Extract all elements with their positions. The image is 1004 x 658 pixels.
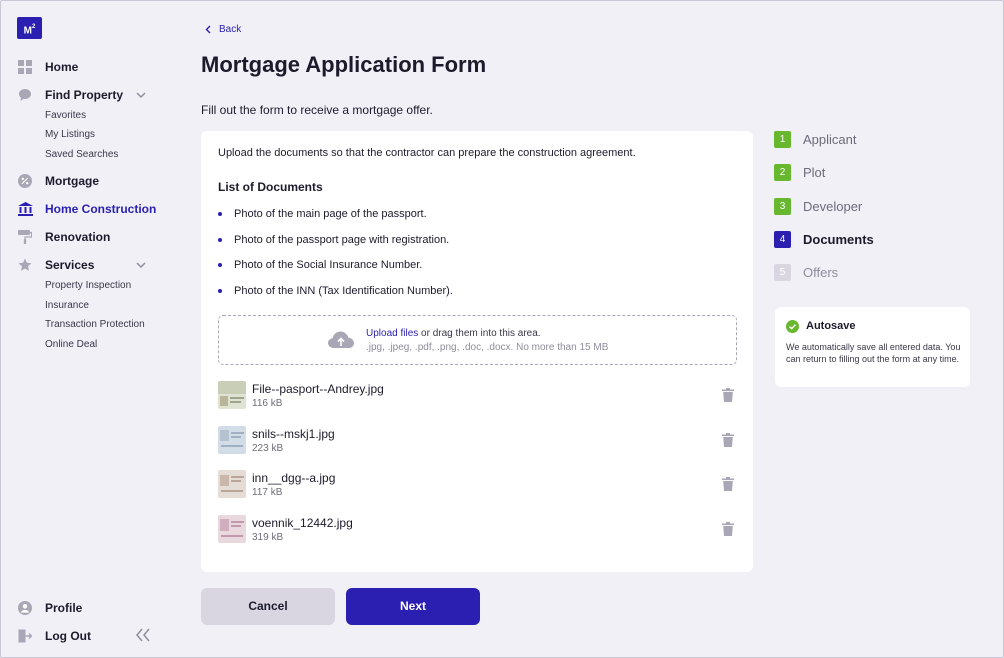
step-applicant[interactable]: 1 Applicant (774, 131, 856, 148)
sidebar-subitem-property-inspection[interactable]: Property Inspection (45, 280, 131, 291)
trash-icon[interactable] (722, 433, 734, 447)
file-item: File--pasport--Andrey.jpg 116 kB (218, 381, 737, 411)
sidebar-item-label: Profile (45, 601, 83, 615)
sidebar-item-profile[interactable]: Profile (17, 598, 82, 618)
bullet-icon (218, 212, 222, 216)
sidebar-item-label: Services (45, 258, 95, 272)
step-developer[interactable]: 3 Developer (774, 198, 862, 215)
file-dropzone[interactable]: Upload files or drag them into this area… (218, 315, 737, 365)
file-size: 319 kB (252, 532, 284, 543)
sidebar-item-find-property[interactable]: Find Property (17, 85, 123, 105)
file-name: File--pasport--Andrey.jpg (252, 382, 384, 396)
file-name: inn__dgg--a.jpg (252, 471, 336, 485)
file-size: 116 kB (252, 398, 283, 409)
document-requirement: Photo of the passport page with registra… (218, 234, 449, 246)
documents-list-title: List of Documents (218, 180, 323, 194)
page-subtitle: Fill out the form to receive a mortgage … (201, 103, 433, 117)
sidebar-item-mortgage[interactable]: Mortgage (17, 171, 99, 191)
next-button[interactable]: Next (346, 588, 480, 625)
logout-icon (17, 628, 33, 644)
document-requirement: Photo of the Social Insurance Number. (218, 259, 422, 271)
cloud-upload-icon (328, 331, 354, 348)
step-plot[interactable]: 2 Plot (774, 164, 825, 181)
file-thumbnail (218, 470, 246, 498)
autosave-text: We automatically save all entered data. … (786, 342, 961, 364)
file-item: inn__dgg--a.jpg 117 kB (218, 470, 737, 500)
bullet-icon (218, 238, 222, 242)
sidebar-subitem-favorites[interactable]: Favorites (45, 110, 86, 121)
trash-icon[interactable] (722, 522, 734, 536)
step-documents[interactable]: 4 Documents (774, 231, 874, 248)
step-offers[interactable]: 5 Offers (774, 264, 838, 281)
step-number: 1 (774, 131, 791, 148)
chevron-down-icon[interactable] (135, 259, 147, 271)
file-item: snils--mskj1.jpg 223 kB (218, 426, 737, 456)
file-size: 223 kB (252, 443, 284, 454)
file-item: voennik_12442.jpg 319 kB (218, 515, 737, 545)
step-label: Developer (803, 199, 863, 214)
step-number: 2 (774, 164, 791, 181)
document-requirement: Photo of the main page of the passport. (218, 208, 427, 220)
autosave-panel: Autosave We automatically save all enter… (775, 307, 970, 387)
sidebar-item-label: Renovation (45, 230, 111, 244)
step-number: 3 (774, 198, 791, 215)
sidebar-item-label: Log Out (45, 629, 91, 643)
sidebar-item-renovation[interactable]: Renovation (17, 227, 110, 247)
page-title: Mortgage Application Form (201, 52, 487, 77)
chevron-left-icon (205, 25, 211, 34)
chat-bubble-icon (17, 87, 33, 103)
sidebar-item-home-construction[interactable]: Home Construction (17, 199, 156, 219)
sidebar-item-services[interactable]: Services (17, 255, 94, 275)
star-icon (17, 257, 33, 273)
bullet-icon (218, 289, 222, 293)
step-label: Applicant (803, 132, 857, 147)
grid-icon (17, 59, 33, 75)
trash-icon[interactable] (722, 477, 734, 491)
step-label: Documents (803, 232, 874, 247)
upload-files-link[interactable]: Upload files (366, 328, 418, 339)
step-number: 4 (774, 231, 791, 248)
documents-card: Upload the documents so that the contrac… (201, 131, 753, 572)
dropzone-instructions: Upload files or drag them into this area… (366, 328, 541, 339)
user-icon (17, 600, 33, 616)
percent-icon (17, 173, 33, 189)
file-thumbnail (218, 381, 246, 409)
bank-icon (17, 201, 33, 217)
back-link[interactable]: Back (205, 24, 241, 35)
file-name: snils--mskj1.jpg (252, 427, 335, 441)
sidebar-item-label: Home Construction (45, 202, 157, 216)
sidebar-subitem-insurance[interactable]: Insurance (45, 300, 89, 311)
file-thumbnail (218, 426, 246, 454)
sidebar-item-label: Find Property (45, 88, 124, 102)
back-label: Back (219, 24, 242, 35)
step-label: Offers (803, 265, 839, 280)
sidebar-item-home[interactable]: Home (17, 57, 78, 77)
bullet-icon (218, 263, 222, 267)
autosave-title: Autosave (806, 320, 856, 332)
file-thumbnail (218, 515, 246, 543)
step-number: 5 (774, 264, 791, 281)
file-size: 117 kB (252, 487, 283, 498)
sidebar-subitem-transaction-protection[interactable]: Transaction Protection (45, 319, 145, 330)
logo[interactable]: M2 (17, 17, 42, 39)
file-name: voennik_12442.jpg (252, 516, 353, 530)
check-circle-icon (786, 320, 799, 333)
sidebar-subitem-my-listings[interactable]: My Listings (45, 129, 95, 140)
sidebar-subitem-online-deal[interactable]: Online Deal (45, 339, 97, 350)
collapse-sidebar-icon[interactable] (135, 628, 151, 642)
cancel-button[interactable]: Cancel (201, 588, 335, 625)
dropzone-hint: .jpg, .jpeg, .pdf, .png, .doc, .docx. No… (366, 342, 609, 353)
sidebar-subitem-saved-searches[interactable]: Saved Searches (45, 149, 118, 160)
paint-roller-icon (17, 229, 33, 245)
sidebar-item-label: Mortgage (45, 174, 99, 188)
step-label: Plot (803, 165, 826, 180)
documents-intro: Upload the documents so that the contrac… (218, 147, 636, 159)
sidebar: M2 Home Find Property Favorites My Listi… (0, 0, 170, 658)
trash-icon[interactable] (722, 388, 734, 402)
chevron-down-icon[interactable] (135, 89, 147, 101)
sidebar-item-logout[interactable]: Log Out (17, 626, 91, 646)
document-requirement: Photo of the INN (Tax Identification Num… (218, 285, 453, 297)
sidebar-item-label: Home (45, 60, 79, 74)
